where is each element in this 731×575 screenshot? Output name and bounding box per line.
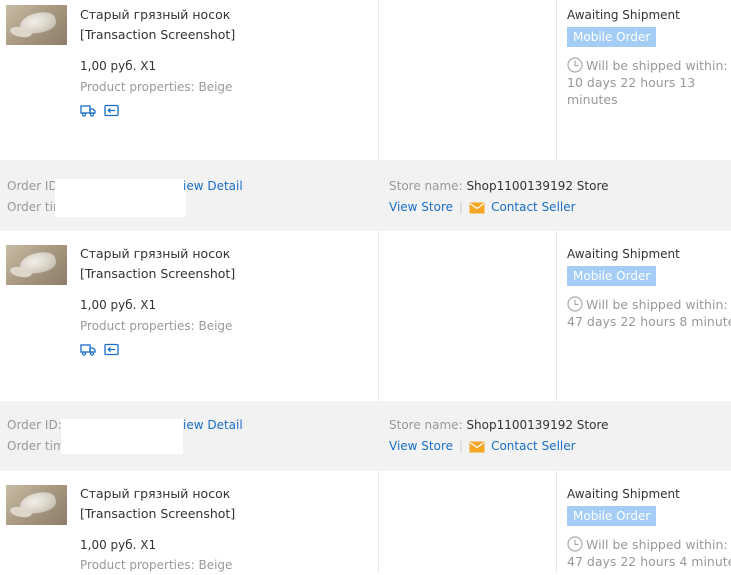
mobile-order-badge: Mobile Order xyxy=(567,27,657,47)
column-divider xyxy=(378,471,379,572)
view-store-link[interactable]: View Store xyxy=(389,439,453,453)
product-title[interactable]: Старый грязный носок xyxy=(80,244,230,264)
mobile-order-badge: Mobile Order xyxy=(567,506,657,526)
column-divider xyxy=(556,231,557,401)
product-price: 1,00 руб. X1 xyxy=(80,538,157,552)
view-detail-link[interactable]: iew Detail xyxy=(183,176,243,196)
shipping-countdown-time: 47 days 22 hours 8 minutes xyxy=(567,314,731,329)
order-item-row-3: Старый грязный носок [Transaction Screen… xyxy=(0,471,731,572)
view-detail-link[interactable]: iew Detail xyxy=(183,415,243,435)
store-name-label: Store name: xyxy=(389,418,463,432)
order-item-row-2: Старый грязный носок [Transaction Screen… xyxy=(0,231,731,401)
shipping-countdown-time: 10 days 22 hours 13 xyxy=(567,75,696,90)
view-store-link[interactable]: View Store xyxy=(389,200,453,214)
shipping-countdown-label: Will be shipped within: xyxy=(586,58,728,73)
order-status: Awaiting Shipment xyxy=(567,247,680,261)
redacted-order-info xyxy=(55,179,186,217)
props-label: Product properties: xyxy=(80,319,195,333)
shipping-countdown: Will be shipped within: 47 days 22 hours… xyxy=(567,296,731,330)
props-label: Product properties: xyxy=(80,558,195,572)
props-value: Beige xyxy=(198,558,233,572)
product-title[interactable]: Старый грязный носок xyxy=(80,5,230,25)
order-id-label: Order ID xyxy=(7,179,58,193)
return-icon[interactable] xyxy=(104,104,119,117)
store-name-label: Store name: xyxy=(389,179,463,193)
order-status: Awaiting Shipment xyxy=(567,8,680,22)
store-actions: View Store | Contact Seller xyxy=(389,436,576,456)
props-value: Beige xyxy=(198,319,233,333)
shipping-countdown-time-cont: minutes xyxy=(567,92,618,107)
store-name-value[interactable]: Shop1100139192 Store xyxy=(466,179,608,193)
order-time-label: Order tim xyxy=(7,439,65,453)
product-properties: Product properties: Beige xyxy=(80,77,232,97)
product-properties: Product properties: Beige xyxy=(80,316,232,336)
column-divider xyxy=(378,0,379,160)
separator: | xyxy=(459,200,464,214)
shipping-countdown-label: Will be shipped within: xyxy=(586,297,728,312)
redacted-order-info xyxy=(61,419,183,454)
store-actions: View Store | Contact Seller xyxy=(389,197,576,217)
shipping-countdown: Will be shipped within: 10 days 22 hours… xyxy=(567,57,731,108)
envelope-icon[interactable] xyxy=(469,202,485,214)
product-properties: Product properties: Beige xyxy=(80,555,232,575)
props-label: Product properties: xyxy=(80,80,195,94)
shipping-countdown-label: Will be shipped within: xyxy=(586,537,728,552)
product-title[interactable]: Старый грязный носок xyxy=(80,484,230,504)
column-divider xyxy=(556,0,557,160)
separator: | xyxy=(459,439,464,453)
transaction-screenshot-link[interactable]: [Transaction Screenshot] xyxy=(80,504,235,524)
column-divider xyxy=(556,471,557,572)
contact-seller-link[interactable]: Contact Seller xyxy=(491,439,576,453)
envelope-icon[interactable] xyxy=(469,441,485,453)
product-thumbnail[interactable] xyxy=(6,245,67,285)
store-name: Store name: Shop1100139192 Store xyxy=(389,415,609,435)
order-header-row-2: Order ID: Order tim iew Detail Store nam… xyxy=(0,401,731,471)
truck-icon[interactable] xyxy=(80,343,96,356)
return-icon[interactable] xyxy=(104,343,119,356)
shipping-countdown-time: 47 days 22 hours 4 minutes xyxy=(567,554,731,569)
column-divider xyxy=(378,231,379,401)
product-price: 1,00 руб. X1 xyxy=(80,59,157,73)
order-header-row-1: Order ID Order tim iew Detail Store name… xyxy=(0,160,731,231)
props-value: Beige xyxy=(198,80,233,94)
contact-seller-link[interactable]: Contact Seller xyxy=(491,200,576,214)
truck-icon[interactable] xyxy=(80,104,96,117)
store-name: Store name: Shop1100139192 Store xyxy=(389,176,609,196)
transaction-screenshot-link[interactable]: [Transaction Screenshot] xyxy=(80,264,235,284)
order-id-label: Order ID: xyxy=(7,418,62,432)
product-price: 1,00 руб. X1 xyxy=(80,298,157,312)
order-status: Awaiting Shipment xyxy=(567,487,680,501)
order-item-row-1: Старый грязный носок [Transaction Screen… xyxy=(0,0,731,160)
store-name-value[interactable]: Shop1100139192 Store xyxy=(466,418,608,432)
product-thumbnail[interactable] xyxy=(6,485,67,525)
shipping-countdown: Will be shipped within: 47 days 22 hours… xyxy=(567,536,731,570)
product-thumbnail[interactable] xyxy=(6,5,67,45)
transaction-screenshot-link[interactable]: [Transaction Screenshot] xyxy=(80,25,235,45)
mobile-order-badge: Mobile Order xyxy=(567,266,657,286)
